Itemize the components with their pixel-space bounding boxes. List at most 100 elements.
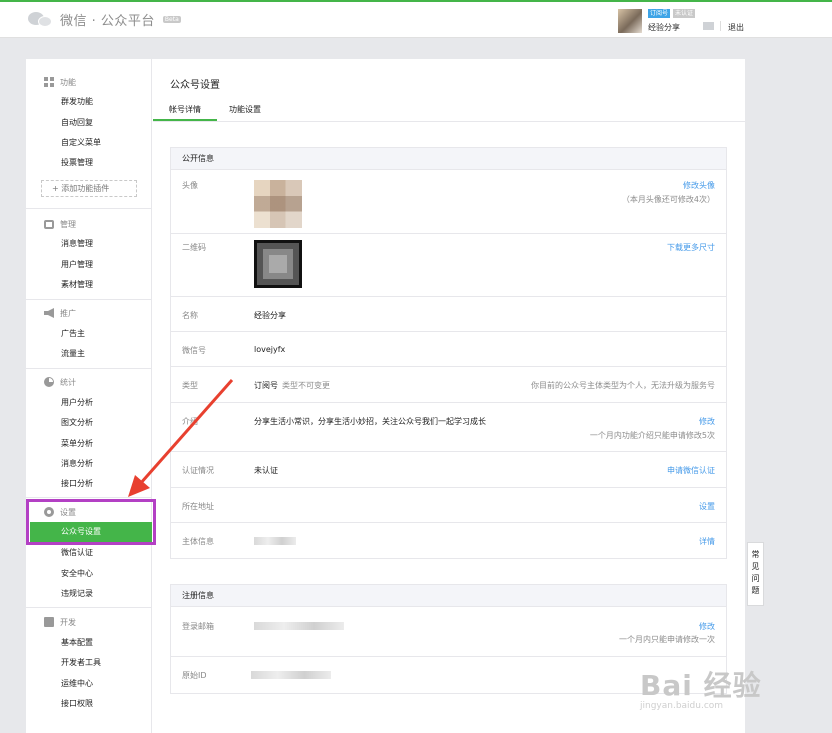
menu-group-features: 功能 bbox=[44, 76, 76, 88]
row-qrcode: 二维码 下载更多尺寸 bbox=[171, 234, 726, 297]
faq-side-tab[interactable]: 常见问题 bbox=[747, 542, 764, 606]
sidebar-item-traffic-owner[interactable]: 流量主 bbox=[61, 347, 85, 361]
faq-label: 常见问题 bbox=[751, 550, 760, 595]
edit-email-link[interactable]: 修改 bbox=[699, 621, 715, 632]
type-upgrade-note: 你目前的公众号主体类型为个人，无法升级为服务号 bbox=[531, 381, 715, 390]
sidebar-item-message-analysis[interactable]: 消息分析 bbox=[61, 457, 93, 471]
logo-text: 微信 · 公众平台 bbox=[60, 14, 155, 29]
subject-blurred-value bbox=[254, 537, 296, 545]
row-label: 原始ID bbox=[182, 671, 207, 680]
sidebar-item-advertiser[interactable]: 广告主 bbox=[61, 327, 85, 341]
panel-title: 注册信息 bbox=[171, 585, 726, 607]
sidebar-item-violations[interactable]: 违规记录 bbox=[61, 587, 93, 601]
menu-group-stats: 统计 bbox=[44, 376, 76, 388]
mail-icon[interactable] bbox=[703, 22, 714, 30]
wechat-bubble-icon bbox=[28, 11, 54, 29]
account-type-badge: 订阅号 bbox=[648, 9, 671, 18]
sidebar-item-vote[interactable]: 投票管理 bbox=[61, 156, 93, 170]
top-bar: 微信 · 公众平台 Beta 订阅号 未认证 经验分享 退出 bbox=[0, 0, 832, 38]
menu-group-promote: 推广 bbox=[44, 307, 76, 319]
verify-status-badge: 未认证 bbox=[673, 9, 696, 18]
avatar-change-note: （本月头像还可修改4次） bbox=[621, 195, 715, 204]
account-name[interactable]: 经验分享 bbox=[648, 22, 680, 33]
sidebar-item-basic-config[interactable]: 基本配置 bbox=[61, 636, 93, 650]
row-label: 微信号 bbox=[182, 346, 206, 355]
sidebar-item-wechat-verify[interactable]: 微信认证 bbox=[61, 546, 93, 560]
code-icon bbox=[44, 617, 54, 627]
sidebar-item-custom-menu[interactable]: 自定义菜单 bbox=[61, 136, 101, 150]
baidu-watermark-url: jingyan.baidu.com bbox=[640, 701, 724, 711]
add-plugin-button[interactable]: + 添加功能插件 bbox=[41, 180, 137, 197]
sidebar-item-api-permissions[interactable]: 接口权限 bbox=[61, 697, 93, 711]
sidebar-item-menu-analysis[interactable]: 菜单分析 bbox=[61, 437, 93, 451]
tab-account-details[interactable]: 帐号详情 bbox=[153, 104, 217, 121]
qr-code-image bbox=[254, 240, 302, 288]
header-divider bbox=[720, 21, 721, 31]
account-avatar[interactable] bbox=[618, 9, 642, 33]
sidebar: 功能 群发功能 自动回复 自定义菜单 投票管理 + 添加功能插件 管理 消息管理… bbox=[26, 59, 156, 733]
speaker-icon bbox=[44, 308, 54, 318]
sidebar-item-messages[interactable]: 消息管理 bbox=[61, 237, 93, 251]
wechat-logo[interactable]: 微信 · 公众平台 Beta bbox=[28, 10, 181, 29]
sidebar-item-security-center[interactable]: 安全中心 bbox=[61, 567, 93, 581]
sidebar-item-api-analysis[interactable]: 接口分析 bbox=[61, 477, 93, 491]
menu-group-title: 推广 bbox=[60, 308, 76, 318]
apply-verify-link[interactable]: 申请微信认证 bbox=[667, 465, 715, 476]
row-address: 所在地址 设置 bbox=[171, 488, 726, 523]
subject-details-link[interactable]: 详情 bbox=[699, 536, 715, 547]
menu-group-title: 开发 bbox=[60, 617, 76, 627]
sidebar-item-dev-tools[interactable]: 开发者工具 bbox=[61, 656, 101, 670]
row-name: 名称 经验分享 bbox=[171, 297, 726, 332]
row-email: 登录邮箱 修改 一个月内只能申请修改一次 bbox=[171, 607, 726, 657]
row-label: 认证情况 bbox=[182, 466, 214, 475]
sidebar-item-users[interactable]: 用户管理 bbox=[61, 258, 93, 272]
sidebar-divider bbox=[26, 299, 151, 300]
sidebar-item-auto-reply[interactable]: 自动回复 bbox=[61, 116, 93, 130]
menu-group-title: 统计 bbox=[60, 377, 76, 387]
account-type-value: 订阅号 类型不可变更 bbox=[254, 380, 330, 391]
page-title: 公众号设置 bbox=[170, 80, 220, 91]
row-label: 主体信息 bbox=[182, 537, 214, 546]
change-avatar-link[interactable]: 修改头像 bbox=[683, 180, 715, 191]
sidebar-divider bbox=[26, 607, 151, 608]
sidebar-divider bbox=[26, 497, 151, 498]
row-avatar: 头像 修改头像 （本月头像还可修改4次） bbox=[171, 170, 726, 234]
tab-feature-settings[interactable]: 功能设置 bbox=[229, 104, 261, 121]
row-label: 介绍 bbox=[182, 417, 198, 426]
set-address-link[interactable]: 设置 bbox=[699, 501, 715, 512]
sidebar-divider bbox=[26, 208, 151, 209]
sidebar-item-ops-center[interactable]: 运维中心 bbox=[61, 677, 93, 691]
beta-badge: Beta bbox=[162, 16, 181, 23]
email-blurred-value bbox=[254, 622, 344, 630]
panel-title: 公开信息 bbox=[171, 148, 726, 170]
download-sizes-link[interactable]: 下载更多尺寸 bbox=[667, 242, 715, 253]
type-hint: 类型不可变更 bbox=[282, 381, 330, 390]
pie-chart-icon bbox=[44, 377, 54, 387]
verify-status-value: 未认证 bbox=[254, 466, 278, 475]
sidebar-item-materials[interactable]: 素材管理 bbox=[61, 278, 93, 292]
menu-group-manage: 管理 bbox=[44, 218, 76, 230]
row-label: 二维码 bbox=[182, 243, 206, 252]
inbox-icon bbox=[44, 219, 54, 229]
account-avatar-image bbox=[254, 180, 302, 228]
row-intro: 介绍 分享生活小常识，分享生活小妙招，关注公众号我们一起学习成长 修改 一个月内… bbox=[171, 403, 726, 452]
main-container: 功能 群发功能 自动回复 自定义菜单 投票管理 + 添加功能插件 管理 消息管理… bbox=[26, 59, 745, 733]
annotation-highlight-box bbox=[26, 499, 156, 545]
row-subject: 主体信息 详情 bbox=[171, 523, 726, 559]
email-limit-note: 一个月内只能申请修改一次 bbox=[619, 635, 715, 644]
wechat-id-value: lovejyfx bbox=[254, 345, 286, 354]
account-name-value: 经验分享 bbox=[254, 311, 286, 320]
intro-limit-note: 一个月内功能介绍只能申请修改5次 bbox=[589, 431, 715, 440]
grid-icon bbox=[44, 77, 54, 87]
sidebar-item-user-analysis[interactable]: 用户分析 bbox=[61, 396, 93, 410]
sidebar-item-article-analysis[interactable]: 图文分析 bbox=[61, 416, 93, 430]
menu-group-title: 管理 bbox=[60, 219, 76, 229]
edit-intro-link[interactable]: 修改 bbox=[699, 416, 715, 427]
row-label: 名称 bbox=[182, 311, 198, 320]
origin-id-blurred-value bbox=[251, 671, 331, 679]
sidebar-item-mass-send[interactable]: 群发功能 bbox=[61, 95, 93, 109]
menu-group-develop: 开发 bbox=[44, 616, 76, 628]
menu-group-title: 功能 bbox=[60, 77, 76, 87]
logout-link[interactable]: 退出 bbox=[728, 22, 744, 33]
row-label: 头像 bbox=[182, 181, 198, 190]
